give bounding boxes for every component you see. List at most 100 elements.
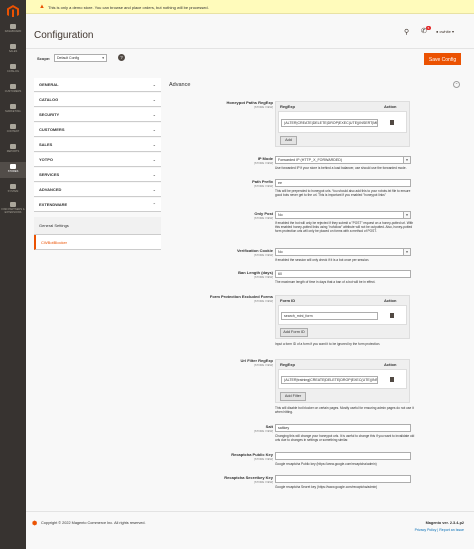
- honeypot-grid: RegExp Action (ALTER|CREATE|DELETE|DROP|…: [275, 101, 410, 147]
- field-note: This will be prepended to honeypot urls.…: [275, 189, 411, 197]
- bar-chart-icon: [10, 144, 16, 149]
- grid-row: (ALTER|training|CREATE|DELETE|DROP|EXEC(…: [278, 369, 407, 389]
- save-config-button[interactable]: Save Config: [424, 53, 461, 65]
- footer-links: Privacy Policy | Report an Issue: [414, 528, 464, 532]
- scope-note: [STORE VIEW]: [253, 184, 273, 188]
- chevron-down-icon: ⌄: [152, 97, 156, 102]
- verification-cookie-select[interactable]: No ▾: [275, 248, 411, 256]
- user-name: cwhite: [439, 29, 451, 34]
- ip-mode-select[interactable]: Forwarded IP (HTTP_X_FORWARDED) ▾: [275, 156, 411, 164]
- nav-system[interactable]: SYSTEM: [0, 182, 26, 198]
- chevron-down-icon: ▾: [102, 56, 104, 60]
- recaptcha-secret-input[interactable]: [275, 475, 411, 483]
- form-id-input[interactable]: search_mini_form: [281, 312, 378, 320]
- chevron-down-icon: ⌄: [152, 112, 156, 117]
- report-issue-link[interactable]: Report an Issue: [439, 528, 464, 532]
- page-header: Configuration ⚲ ✆ 5 ● cwhite ▾: [26, 14, 474, 46]
- trash-icon[interactable]: [390, 313, 394, 318]
- tab-sales[interactable]: SALES ⌄: [34, 138, 161, 152]
- tab-customers[interactable]: CUSTOMERS ⌄: [34, 123, 161, 137]
- scope-note: [STORE VIEW]: [253, 253, 273, 257]
- column-header: RegExp: [280, 104, 295, 109]
- user-menu[interactable]: ● cwhite ▾: [436, 29, 454, 34]
- url-filter-row: Url Filter RegExp [STORE VIEW] RegExp Ac…: [167, 358, 469, 420]
- subtab-general-settings[interactable]: General Settings: [34, 217, 161, 235]
- chevron-down-icon: ▾: [403, 249, 410, 255]
- field-note: This will disable bot blocker on certain…: [275, 406, 414, 414]
- form-protection-grid: Form ID Action search_mini_form Add Form…: [275, 295, 410, 339]
- path-prefix-input[interactable]: ee: [275, 179, 411, 187]
- chevron-down-icon: ▾: [403, 157, 410, 163]
- page-footer: ⬢ Copyright © 2022 Magento Commerce Inc.…: [26, 511, 474, 549]
- search-icon[interactable]: ⚲: [404, 28, 412, 36]
- warning-icon: ▲: [39, 4, 45, 10]
- scope-note: [STORE VIEW]: [253, 216, 273, 220]
- ban-length-input[interactable]: 60: [275, 270, 411, 278]
- collapse-icon[interactable]: ⌃: [453, 81, 460, 88]
- trash-icon[interactable]: [390, 377, 394, 382]
- admin-sidebar: DASHBOARD SALES CATALOG CUSTOMERS MARKET…: [0, 0, 26, 549]
- help-icon[interactable]: ?: [118, 54, 125, 61]
- column-header: Action: [384, 362, 397, 367]
- tab-general[interactable]: GENERAL ⌄: [34, 78, 161, 92]
- column-header: Action: [384, 104, 397, 109]
- store-icon: [10, 164, 16, 169]
- chevron-down-icon: ⌄: [152, 82, 156, 87]
- recaptcha-public-input[interactable]: [275, 452, 411, 460]
- person-icon: [10, 84, 16, 89]
- tab-advanced[interactable]: ADVANCED ⌄: [34, 183, 161, 197]
- gear-icon: [10, 184, 16, 189]
- column-header: RegExp: [280, 362, 295, 367]
- magento-logo[interactable]: [7, 5, 19, 17]
- subtab-cwbotblocker[interactable]: CWBotBlocker: [34, 235, 161, 250]
- nav-sales[interactable]: SALES: [0, 42, 26, 58]
- privacy-policy-link[interactable]: Privacy Policy: [415, 528, 437, 532]
- scope-note: [STORE VIEW]: [253, 105, 273, 109]
- tab-security[interactable]: SECURITY ⌄: [34, 108, 161, 122]
- tab-yotpo[interactable]: YOTPO ⌄: [34, 153, 161, 167]
- add-button[interactable]: Add: [280, 136, 297, 145]
- scope-note: [STORE VIEW]: [253, 363, 273, 367]
- field-note: Google recaptcha Public key (https://www…: [275, 462, 377, 466]
- nav-reports[interactable]: REPORTS: [0, 142, 26, 158]
- box-icon: [10, 64, 16, 69]
- field-note: If enabled the session will only check i…: [275, 258, 370, 262]
- nav-stores[interactable]: STORES: [0, 162, 26, 178]
- nav-dashboard[interactable]: DASHBOARD: [0, 22, 26, 38]
- scope-note: [STORE VIEW]: [253, 275, 273, 279]
- only-post-row: Only Post [STORE VIEW] No ▾ If enabled th…: [167, 211, 469, 241]
- field-note: Changing this will change your honeypot …: [275, 434, 415, 442]
- puzzle-icon: [10, 202, 16, 207]
- field-note: Use forwarded IP if your store is behind…: [275, 166, 407, 170]
- copyright: Copyright © 2022 Magento Commerce Inc. A…: [41, 521, 146, 525]
- nav-catalog[interactable]: CATALOG: [0, 62, 26, 78]
- field-note: Input a form ID of a form if you want it…: [275, 342, 381, 346]
- honeypot-regexp-input[interactable]: (ALTER|CREATE|DELETE|DROP|EXEC(UTE)|INSE…: [281, 119, 378, 127]
- url-filter-input[interactable]: (ALTER|training|CREATE|DELETE|DROP|EXEC(…: [281, 376, 378, 384]
- nav-marketing[interactable]: MARKETING: [0, 102, 26, 118]
- megaphone-icon: [10, 104, 16, 109]
- chevron-down-icon: ⌄: [152, 187, 156, 192]
- tab-services[interactable]: SERVICES ⌄: [34, 168, 161, 182]
- add-form-id-button[interactable]: Add Form ID: [280, 328, 308, 337]
- grid-row: search_mini_form: [278, 305, 407, 325]
- grid-row: (ALTER|CREATE|DELETE|DROP|EXEC(UTE)|INSE…: [278, 111, 407, 133]
- recaptcha-secret-row: Recaptcha Secretkey Key [STORE VIEW] Goo…: [167, 475, 469, 493]
- column-header: Action: [384, 298, 397, 303]
- add-filter-button[interactable]: Add Filter: [280, 392, 306, 401]
- chevron-down-icon: ⌄: [152, 157, 156, 162]
- nav-partners[interactable]: FIND PARTNERS & EXTENSIONS: [0, 200, 26, 220]
- scope-note: [STORE VIEW]: [253, 457, 273, 461]
- path-prefix-row: Path Prefix [STORE VIEW] ee This will be…: [167, 179, 469, 205]
- recaptcha-public-row: Recaptcha Public Key [STORE VIEW] Google…: [167, 452, 469, 470]
- tab-catalog[interactable]: CATALOG ⌄: [34, 93, 161, 107]
- nav-content[interactable]: CONTENT: [0, 122, 26, 138]
- column-header: Form ID: [280, 298, 296, 303]
- trash-icon[interactable]: [390, 120, 394, 125]
- tab-extendware[interactable]: EXTENDWARE ⌃: [34, 198, 161, 212]
- only-post-select[interactable]: No ▾: [275, 211, 411, 219]
- nav-customers[interactable]: CUSTOMERS: [0, 82, 26, 98]
- field-note: The maximum length of time in days that …: [275, 280, 376, 284]
- scope-select[interactable]: Default Config ▾: [54, 54, 107, 62]
- salt-input[interactable]: saltkey: [275, 424, 411, 432]
